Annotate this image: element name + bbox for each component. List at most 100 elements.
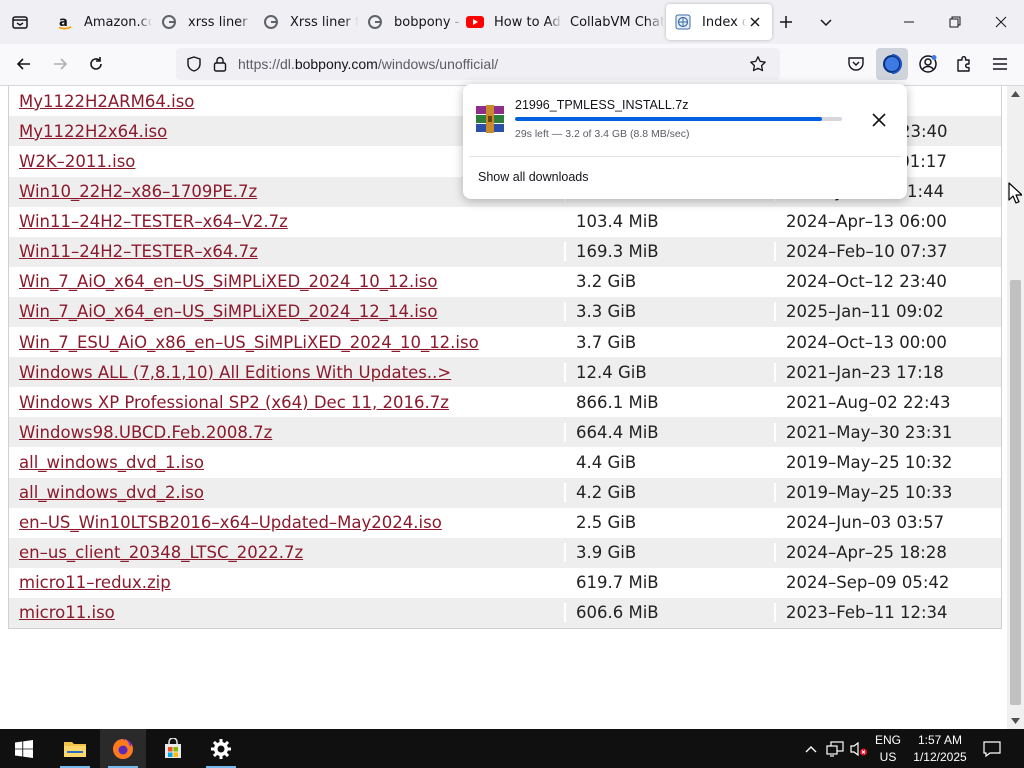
- folder-icon: [64, 741, 86, 757]
- extensions-button[interactable]: [950, 50, 978, 78]
- file-link[interactable]: all_windows_dvd_2.iso: [19, 483, 204, 502]
- forward-button[interactable]: [45, 49, 75, 79]
- file-link[interactable]: Win11–24H2–TESTER–x64–V2.7z: [19, 212, 288, 231]
- scrollbar-thumb[interactable]: [1010, 280, 1021, 705]
- file-link[interactable]: My1122H2x64.iso: [19, 122, 167, 141]
- tab-google-search-2[interactable]: Xrss liner for: [250, 4, 358, 40]
- file-link[interactable]: Windows ALL (7,8.1,10) All Editions With…: [19, 363, 451, 382]
- windows-logo-icon: [15, 739, 33, 758]
- archive-file-icon: [474, 103, 506, 135]
- back-button[interactable]: [9, 49, 39, 79]
- file-date-cell: 2024–Feb–10 07:37: [774, 242, 1001, 262]
- list-all-tabs-button[interactable]: [6, 8, 34, 36]
- file-link[interactable]: en–us_client_20348_LTSC_2022.7z: [19, 543, 303, 562]
- youtube-icon: [466, 13, 484, 31]
- region-code: US: [879, 749, 897, 764]
- downloads-button[interactable]: [876, 48, 908, 80]
- scroll-up-arrow-icon: [1011, 91, 1020, 97]
- tab-title: xrss liner - Google: [188, 14, 252, 30]
- file-name-cell: Windows98.UBCD.Feb.2008.7z: [9, 423, 564, 442]
- file-link[interactable]: micro11.iso: [19, 603, 115, 622]
- table-row: micro11–redux.zip 619.7 MiB 2024–Sep–09 05…: [9, 567, 1001, 598]
- file-link[interactable]: Win_7_ESU_AiO_x86_en–US_SiMPLiXED_2024_1…: [19, 333, 479, 352]
- tab-overflow-button[interactable]: [814, 10, 838, 34]
- account-button[interactable]: [914, 50, 942, 78]
- file-date-cell: 2021–Jan–23 17:18: [774, 362, 1001, 382]
- reload-button[interactable]: [81, 49, 111, 79]
- close-window-button[interactable]: [978, 0, 1024, 44]
- file-link[interactable]: micro11–redux.zip: [19, 573, 171, 592]
- google-icon: [366, 13, 384, 31]
- tab-title: Xrss liner for: [290, 14, 358, 30]
- bookmark-star-button[interactable]: [748, 54, 768, 74]
- app-menu-button[interactable]: [986, 50, 1014, 78]
- url-text[interactable]: https://dl.bobpony.com/windows/unofficia…: [238, 56, 498, 72]
- tab-google-search-1[interactable]: xrss liner - Google: [148, 4, 252, 40]
- settings-taskbar-button[interactable]: [198, 729, 244, 768]
- file-name-cell: Win_7_AiO_x64_en–US_SiMPLiXED_2024_12_14…: [9, 302, 564, 321]
- reload-icon: [90, 57, 102, 70]
- close-icon: [995, 16, 1007, 28]
- file-date-cell: 2024–Apr–25 18:28: [774, 543, 1001, 563]
- download-status: 29s left — 3.2 of 3.4 GB (8.8 MB/sec): [515, 128, 690, 140]
- file-name-cell: Win11–24H2–TESTER–x64.7z: [9, 242, 564, 261]
- new-tab-button[interactable]: [774, 10, 798, 34]
- minimize-button[interactable]: [886, 0, 932, 44]
- file-link[interactable]: all_windows_dvd_1.iso: [19, 453, 204, 472]
- file-name-cell: Win_7_ESU_AiO_x86_en–US_SiMPLiXED_2024_1…: [9, 333, 564, 352]
- lock-icon[interactable]: [210, 54, 230, 74]
- globe-icon: [674, 13, 692, 31]
- file-link[interactable]: Windows XP Professional SP2 (x64) Dec 11…: [19, 393, 449, 412]
- volume-button[interactable]: [848, 729, 870, 768]
- tab-amazon[interactable]: a Amazon.com: [44, 4, 152, 40]
- file-name-cell: micro11–redux.zip: [9, 573, 564, 592]
- tab-youtube[interactable]: How to Add: [456, 4, 562, 40]
- scroll-down-button[interactable]: [1007, 713, 1024, 729]
- pocket-button[interactable]: [842, 50, 870, 78]
- show-all-downloads-button[interactable]: Show all downloads: [478, 170, 589, 184]
- file-link[interactable]: W2K–2011.iso: [19, 152, 135, 171]
- action-center-button[interactable]: [978, 729, 1006, 768]
- close-icon: [750, 17, 760, 27]
- input-language-indicator[interactable]: ENG US: [872, 729, 904, 768]
- google-icon: [160, 13, 178, 31]
- file-link[interactable]: Win11–24H2–TESTER–x64.7z: [19, 242, 258, 261]
- file-size-cell: 4.4 GiB: [564, 452, 774, 472]
- file-size-cell: 664.4 MiB: [564, 422, 774, 442]
- file-explorer-taskbar-button[interactable]: [52, 729, 98, 768]
- file-link[interactable]: Win_7_AiO_x64_en–US_SiMPLiXED_2024_12_14…: [19, 302, 437, 321]
- url-bar[interactable]: https://dl.bobpony.com/windows/unofficia…: [176, 48, 780, 80]
- close-tab-button[interactable]: [746, 13, 764, 31]
- store-taskbar-button[interactable]: [150, 729, 196, 768]
- show-hidden-icons-button[interactable]: [800, 729, 822, 768]
- file-link[interactable]: Windows98.UBCD.Feb.2008.7z: [19, 423, 272, 442]
- tracking-protection-icon[interactable]: [184, 54, 204, 74]
- file-link[interactable]: Win10_22H2–x86–1709PE.7z: [19, 182, 257, 201]
- scroll-up-button[interactable]: [1007, 86, 1024, 102]
- cancel-download-button[interactable]: [867, 108, 891, 132]
- file-name-cell: Windows ALL (7,8.1,10) All Editions With…: [9, 363, 564, 382]
- clock[interactable]: 1:57 AM 1/12/2025: [908, 729, 972, 768]
- file-name-cell: all_windows_dvd_2.iso: [9, 483, 564, 502]
- restore-button[interactable]: [932, 0, 978, 44]
- file-date-cell: 2021–May–30 23:31: [774, 422, 1001, 442]
- tab-collabvm[interactable]: CollabVM Chat: [560, 4, 666, 40]
- table-row: Windows98.UBCD.Feb.2008.7z 664.4 MiB 2021–…: [9, 417, 1001, 448]
- file-link[interactable]: My1122H2ARM64.iso: [19, 92, 194, 111]
- tab-google-search-3[interactable]: bobpony - Google: [354, 4, 462, 40]
- download-progress-fill: [515, 117, 823, 121]
- start-button[interactable]: [0, 729, 48, 768]
- table-row: Windows XP Professional SP2 (x64) Dec 11…: [9, 387, 1001, 418]
- minimize-icon: [904, 21, 914, 23]
- speaker-muted-icon: [850, 741, 867, 756]
- firefox-taskbar-button[interactable]: [100, 729, 146, 768]
- network-icon: [826, 740, 844, 757]
- arrow-right-icon: [54, 58, 68, 70]
- tab-index-of[interactable]: Index of: [666, 4, 772, 40]
- chevron-up-icon: [805, 745, 817, 752]
- table-row: Win11–24H2–TESTER–x64.7z 169.3 MiB 2024–Fe…: [9, 236, 1001, 267]
- file-link[interactable]: Win_7_AiO_x64_en–US_SiMPLiXED_2024_10_12…: [19, 272, 437, 291]
- file-link[interactable]: en–US_Win10LTSB2016–x64–Updated–May2024.…: [19, 513, 442, 532]
- network-button[interactable]: [824, 729, 846, 768]
- file-date-cell: 2023–Feb–11 12:34: [774, 603, 1001, 623]
